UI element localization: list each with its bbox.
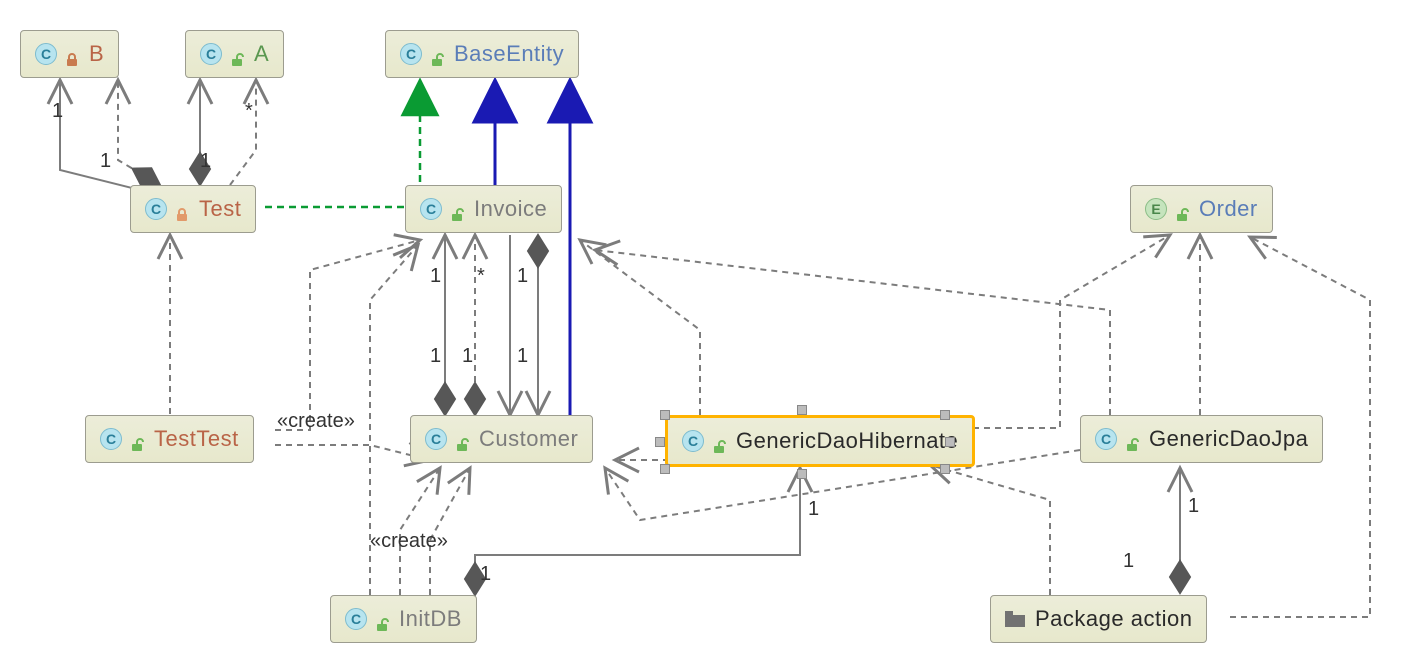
multiplicity-label: 1 [517,265,528,288]
visibility-icon [65,47,79,61]
class-testtest[interactable]: C TestTest [85,415,254,463]
class-name: GenericDaoHibernate [736,428,958,454]
connectors-layer [0,0,1408,666]
class-icon: C [145,198,167,220]
visibility-icon [430,47,444,61]
class-name: BaseEntity [454,41,564,67]
stereotype-create: «create» [277,410,355,433]
class-name: Customer [479,426,578,452]
class-icon: C [345,608,367,630]
class-name: B [89,41,104,67]
multiplicity-label: 1 [517,345,528,368]
package-icon [1005,611,1025,627]
class-name: A [254,41,269,67]
enum-name: Order [1199,196,1258,222]
selection-handle[interactable] [660,464,670,474]
enum-order[interactable]: E Order [1130,185,1273,233]
visibility-icon [375,612,389,626]
class-icon: C [400,43,422,65]
class-name: Invoice [474,196,547,222]
multiplicity-label: * [477,265,485,288]
class-name: Test [199,196,241,222]
package-name: Package action [1035,606,1192,632]
class-icon: C [420,198,442,220]
multiplicity-label: 1 [52,100,63,123]
class-genericdaohibernate[interactable]: C GenericDaoHibernate [665,415,975,467]
multiplicity-label: 1 [1188,495,1199,518]
multiplicity-label: 1 [1123,550,1134,573]
class-a[interactable]: C A [185,30,284,78]
class-name: InitDB [399,606,462,632]
class-genericdaojpa[interactable]: C GenericDaoJpa [1080,415,1323,463]
class-test[interactable]: C Test [130,185,256,233]
visibility-icon [230,47,244,61]
multiplicity-label: 1 [100,150,111,173]
class-icon: C [682,430,704,452]
visibility-icon [1125,432,1139,446]
multiplicity-label: 1 [808,498,819,521]
class-icon: C [200,43,222,65]
class-icon: C [100,428,122,450]
class-baseentity[interactable]: C BaseEntity [385,30,579,78]
selection-handle[interactable] [940,464,950,474]
selection-handle[interactable] [660,410,670,420]
stereotype-create: «create» [370,530,448,553]
class-b[interactable]: C B [20,30,119,78]
class-icon: C [425,428,447,450]
visibility-icon [1175,202,1189,216]
visibility-icon [450,202,464,216]
class-icon: C [35,43,57,65]
enum-icon: E [1145,198,1167,220]
class-name: TestTest [154,426,239,452]
multiplicity-label: 1 [462,345,473,368]
multiplicity-label: 1 [430,345,441,368]
selection-handle[interactable] [945,437,955,447]
selection-handle[interactable] [797,405,807,415]
class-initdb[interactable]: C InitDB [330,595,477,643]
multiplicity-label: 1 [430,265,441,288]
multiplicity-label: * [245,100,253,123]
selection-handle[interactable] [655,437,665,447]
package-action[interactable]: Package action [990,595,1207,643]
visibility-icon [175,202,189,216]
class-invoice[interactable]: C Invoice [405,185,562,233]
class-name: GenericDaoJpa [1149,426,1308,452]
selection-handle[interactable] [797,469,807,479]
visibility-icon [130,432,144,446]
class-customer[interactable]: C Customer [410,415,593,463]
multiplicity-label: 1 [200,150,211,173]
class-icon: C [1095,428,1117,450]
visibility-icon [712,434,726,448]
selection-handle[interactable] [940,410,950,420]
visibility-icon [455,432,469,446]
multiplicity-label: 1 [480,563,491,586]
